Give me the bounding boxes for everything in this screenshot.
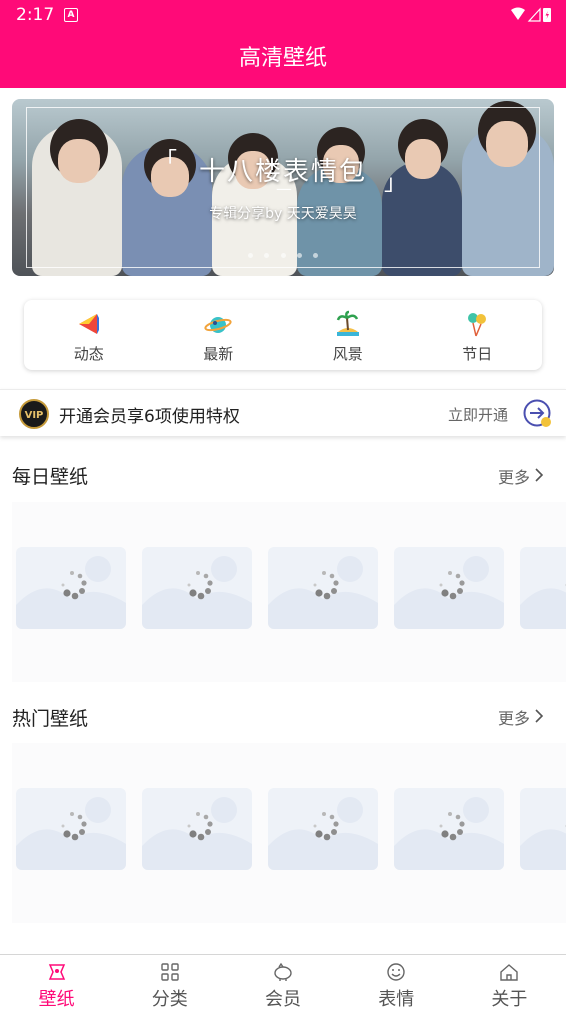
banner-dash: —	[276, 179, 292, 198]
grid-icon	[159, 961, 181, 983]
loading-placeholder	[394, 788, 504, 870]
wallpaper-thumbnail[interactable]	[138, 502, 264, 682]
carousel-dot[interactable]	[297, 253, 302, 258]
home-icon	[498, 961, 520, 983]
wallpaper-icon	[46, 961, 68, 983]
hot-wallpaper-list	[0, 743, 566, 923]
chevron-right-icon	[534, 467, 544, 487]
bottom-tab-bar: 壁纸 分类 会员 表情 关于	[0, 954, 566, 1009]
vip-promo-text: 开通会员享6项使用特权	[59, 402, 240, 427]
image-placeholder-icon	[394, 547, 504, 629]
daily-wallpaper-list	[0, 502, 566, 682]
wallpaper-thumbnail[interactable]	[390, 743, 516, 923]
tab-label: 表情	[340, 985, 453, 1011]
tab-label: 关于	[453, 985, 566, 1011]
wallpaper-thumbnail[interactable]	[12, 502, 138, 682]
island-icon	[334, 310, 362, 338]
balloon-icon	[463, 310, 491, 338]
status-time: 2:17	[16, 5, 54, 25]
banner-carousel[interactable]: 「 十八楼表情包 」 — 专辑分享by 天天爱昊昊	[12, 99, 554, 276]
tab-label: 会员	[226, 985, 339, 1011]
vip-open-link[interactable]: 立即开通	[448, 404, 508, 425]
system-status-icons	[510, 6, 552, 24]
vip-badge-icon: VIP	[19, 399, 49, 429]
carousel-indicator[interactable]	[12, 243, 554, 262]
carousel-dot[interactable]	[248, 253, 253, 258]
status-bar: 2:17 A	[0, 0, 566, 30]
wifi-icon	[511, 8, 525, 21]
wallpaper-thumbnail[interactable]	[12, 743, 138, 923]
more-label: 更多	[498, 468, 530, 487]
wallpaper-thumbnail[interactable]	[138, 743, 264, 923]
tab-wallpaper[interactable]: 壁纸	[0, 955, 113, 1009]
tab-emoji[interactable]: 表情	[340, 955, 453, 1009]
quick-category-panel: 动态 最新 风景 节日	[24, 300, 542, 370]
tab-label: 分类	[113, 985, 226, 1011]
tab-label: 壁纸	[0, 985, 113, 1011]
image-placeholder-icon	[16, 547, 126, 629]
loading-placeholder	[142, 547, 252, 629]
tab-about[interactable]: 关于	[453, 955, 566, 1009]
loading-placeholder	[16, 547, 126, 629]
wallpaper-thumbnail[interactable]	[516, 502, 566, 682]
image-placeholder-icon	[268, 547, 378, 629]
quick-item-holiday[interactable]: 节日	[413, 300, 543, 370]
image-placeholder-icon	[16, 788, 126, 870]
section-title-hot: 热门壁纸	[12, 704, 88, 731]
loading-placeholder	[520, 547, 566, 629]
carousel-dot[interactable]	[313, 253, 318, 258]
wallpaper-thumbnail[interactable]	[390, 502, 516, 682]
smiley-icon	[385, 961, 407, 983]
carousel-dot[interactable]	[264, 253, 269, 258]
notification-icon: A	[64, 8, 78, 22]
image-placeholder-icon	[520, 547, 566, 629]
piggy-bank-icon	[272, 961, 294, 983]
more-link-hot[interactable]: 更多	[498, 705, 544, 729]
wallpaper-thumbnail[interactable]	[264, 502, 390, 682]
chevron-right-icon	[534, 708, 544, 728]
image-placeholder-icon	[142, 547, 252, 629]
image-placeholder-icon	[268, 788, 378, 870]
app-bar: 高清壁纸	[0, 30, 566, 88]
loading-placeholder	[16, 788, 126, 870]
loading-placeholder	[142, 788, 252, 870]
planet-icon	[204, 310, 232, 338]
loading-placeholder	[268, 547, 378, 629]
banner-subtitle: 专辑分享by 天天爱昊昊	[12, 203, 554, 223]
image-placeholder-icon	[394, 788, 504, 870]
quick-item-label: 风景	[283, 343, 413, 364]
signal-icon	[529, 9, 540, 21]
more-label: 更多	[498, 709, 530, 728]
tab-vip[interactable]: 会员	[226, 955, 339, 1009]
wallpaper-thumbnail[interactable]	[264, 743, 390, 923]
arrow-right-circle-icon[interactable]	[522, 398, 552, 428]
quick-item-latest[interactable]: 最新	[154, 300, 284, 370]
image-placeholder-icon	[520, 788, 566, 870]
quick-item-label: 节日	[413, 343, 543, 364]
quick-item-label: 最新	[154, 343, 284, 364]
quick-item-scenery[interactable]: 风景	[283, 300, 413, 370]
more-link-daily[interactable]: 更多	[498, 464, 544, 488]
section-title-daily: 每日壁纸	[12, 462, 88, 489]
quick-item-label: 动态	[24, 343, 154, 364]
tab-category[interactable]: 分类	[113, 955, 226, 1009]
wallpaper-thumbnail[interactable]	[516, 743, 566, 923]
loading-placeholder	[520, 788, 566, 870]
quick-item-dynamic[interactable]: 动态	[24, 300, 154, 370]
image-placeholder-icon	[142, 788, 252, 870]
loading-placeholder	[394, 547, 504, 629]
megaphone-icon	[75, 310, 103, 338]
vip-promo-bar[interactable]: VIP 开通会员享6项使用特权 立即开通	[0, 389, 566, 436]
banner-bracket-close: 」	[384, 165, 406, 197]
page-title: 高清壁纸	[0, 30, 566, 88]
loading-placeholder	[268, 788, 378, 870]
carousel-dot[interactable]	[281, 253, 286, 258]
